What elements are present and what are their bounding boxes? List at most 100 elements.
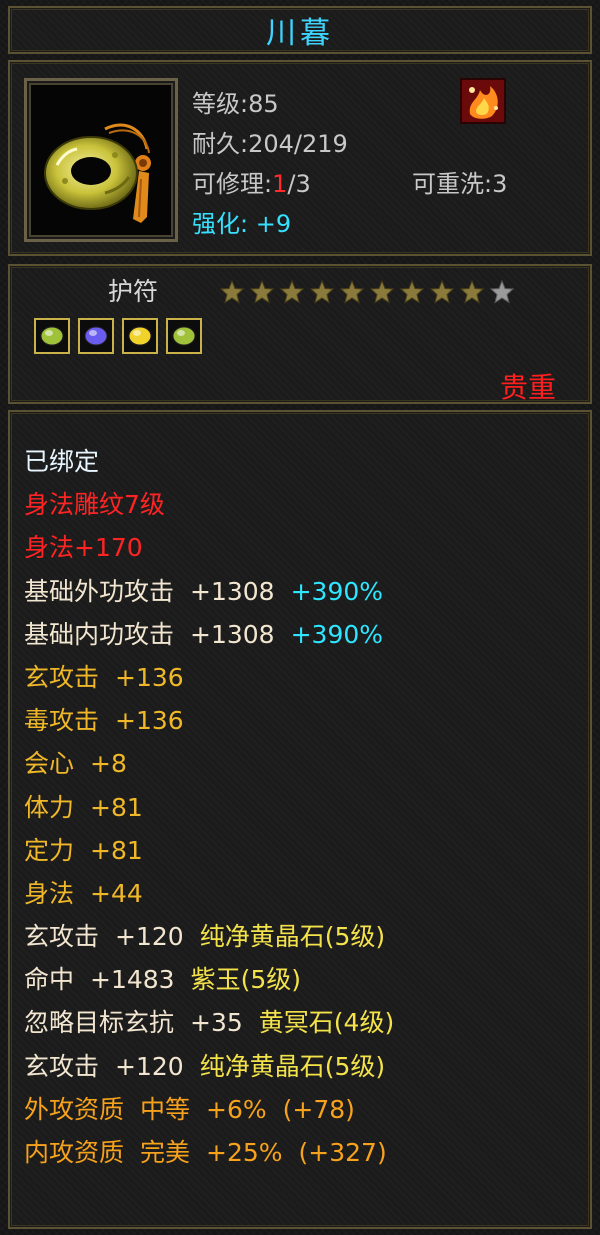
attribute-part: 完美 [140,1138,191,1167]
attribute-part: 基础内功攻击 [24,619,175,649]
fire-emblem-icon [460,78,506,124]
attribute-part: 毒攻击 [24,706,100,736]
attribute-part: +81 [90,792,143,822]
level-row: 等级:85 [192,90,279,118]
attribute-part: +1308 [190,576,275,606]
attribute-part: +35 [190,1008,243,1038]
attribute-part: 纯净黄晶石(5级) [199,922,386,952]
repair-row: 可修理:1/3 [192,170,311,198]
attribute-part: +1308 [190,619,275,649]
attribute-part: +1483 [90,965,175,995]
durability-value: 204/219 [248,130,348,158]
attribute-part: +81 [90,835,143,865]
attribute-part: 玄攻击 [24,1051,100,1081]
attribute-part: +390% [290,576,384,606]
item-icon-frame[interactable] [24,78,178,242]
attribute-line: 身法雕纹7级 [24,483,394,526]
attribute-line: 内攻资质 完美 +25% (+327) [24,1131,394,1174]
reroll-value: 3 [492,170,508,198]
star-filled-icon [370,280,394,304]
enhance-value: +9 [255,210,292,238]
level-value: 85 [248,90,279,118]
star-filled-icon [430,280,454,304]
attribute-part: +120 [115,1051,184,1081]
repair-label: 可修理 [192,170,264,198]
attribute-line: 身法+170 [24,526,394,569]
attribute-part: +136 [115,662,184,692]
attribute-part: (+327) [298,1138,387,1167]
item-tooltip: 川暮 等级:85 耐久:204/219 可修理:1/3 可重洗:3 强化: +9… [0,0,600,1235]
attribute-panel: 已绑定身法雕纹7级身法+170 基础外功攻击 +1308 +390% 基础内功攻击 +13… [8,410,592,1229]
durability-label: 耐久 [192,130,240,158]
gem-slots [34,318,202,354]
gem-slot-3[interactable] [122,318,158,354]
gem-slot-2[interactable] [78,318,114,354]
attribute-part: 会心 [24,749,75,779]
star-filled-icon [250,280,274,304]
attribute-part: 外攻资质 [24,1094,125,1124]
green-gem-icon [172,326,196,346]
attribute-list: 已绑定身法雕纹7级身法+170 基础外功攻击 +1308 +390% 基础内功攻击 +13… [24,440,394,1174]
level-label: 等级 [192,90,240,118]
attribute-part: 身法 [24,878,75,908]
attribute-part: +8 [90,749,127,779]
category-panel: 护符 贵重 [8,264,592,404]
attribute-part: 体力 [24,792,75,822]
star-filled-icon [460,280,484,304]
attribute-line: 基础内功攻击 +1308 +390% [24,613,394,656]
attribute-part: 内攻资质 [24,1138,125,1167]
attribute-part: 玄攻击 [24,922,100,952]
star-filled-icon [280,280,304,304]
attribute-part: +390% [290,619,384,649]
star-filled-icon [400,280,424,304]
attribute-line: 会心 +8 [24,742,394,785]
attribute-line: 外攻资质 中等 +6% (+78) [24,1088,394,1131]
gem-slot-1[interactable] [34,318,70,354]
attribute-part: +44 [90,878,143,908]
attribute-part: 玄攻击 [24,662,100,692]
yellow-gem-icon [128,326,152,346]
attribute-line: 毒攻击 +136 [24,699,394,742]
star-filled-icon [340,280,364,304]
jade-ring-pendant-icon [44,123,151,223]
green-gem-icon [40,326,64,346]
enhance-label: 强化 [192,210,240,238]
attribute-part: 中等 [140,1094,191,1124]
attribute-line: 已绑定 [24,440,394,483]
attribute-part: 定力 [24,835,75,865]
attribute-part: 基础外功攻击 [24,576,175,606]
attribute-line: 玄攻击 +136 [24,656,394,699]
durability-row: 耐久:204/219 [192,130,348,158]
attribute-line: 忽略目标玄抗 +35 黄冥石(4级) [24,1001,394,1044]
reroll-label: 可重洗 [412,170,484,198]
attribute-line: 命中 +1483 紫玉(5级) [24,958,394,1001]
item-name: 川暮 [266,16,334,51]
attribute-line: 身法 +44 [24,872,394,915]
attribute-part: 已绑定 [24,447,100,476]
attribute-part: +6% [206,1094,267,1124]
star-rating [220,280,514,304]
attribute-part: +25% [206,1138,283,1167]
category-label: 护符 [108,277,159,306]
attribute-part: 忽略目标玄抗 [24,1008,175,1038]
repair-used: 1 [272,170,288,198]
purple-gem-icon [84,326,108,346]
attribute-part: (+78) [282,1094,355,1124]
star-filled-icon [310,280,334,304]
star-empty-icon [490,280,514,304]
attribute-part: 纯净黄晶石(5级) [199,1051,386,1081]
attribute-part: 紫玉(5级) [190,965,302,995]
star-filled-icon [220,280,244,304]
attribute-part: +136 [115,706,184,736]
attribute-line: 玄攻击 +120 纯净黄晶石(5级) [24,1045,394,1088]
attribute-line: 定力 +81 [24,829,394,872]
quality-label: 贵重 [499,371,556,404]
attribute-part: 身法+170 [24,533,143,563]
attribute-line: 基础外功攻击 +1308 +390% [24,570,394,613]
repair-total: /3 [287,170,311,198]
gem-slot-4[interactable] [166,318,202,354]
attribute-line: 体力 +81 [24,786,394,829]
enhance-row: 强化: +9 [192,210,292,238]
attribute-part: 黄冥石(4级) [258,1008,395,1038]
reroll-row: 可重洗:3 [412,170,508,198]
